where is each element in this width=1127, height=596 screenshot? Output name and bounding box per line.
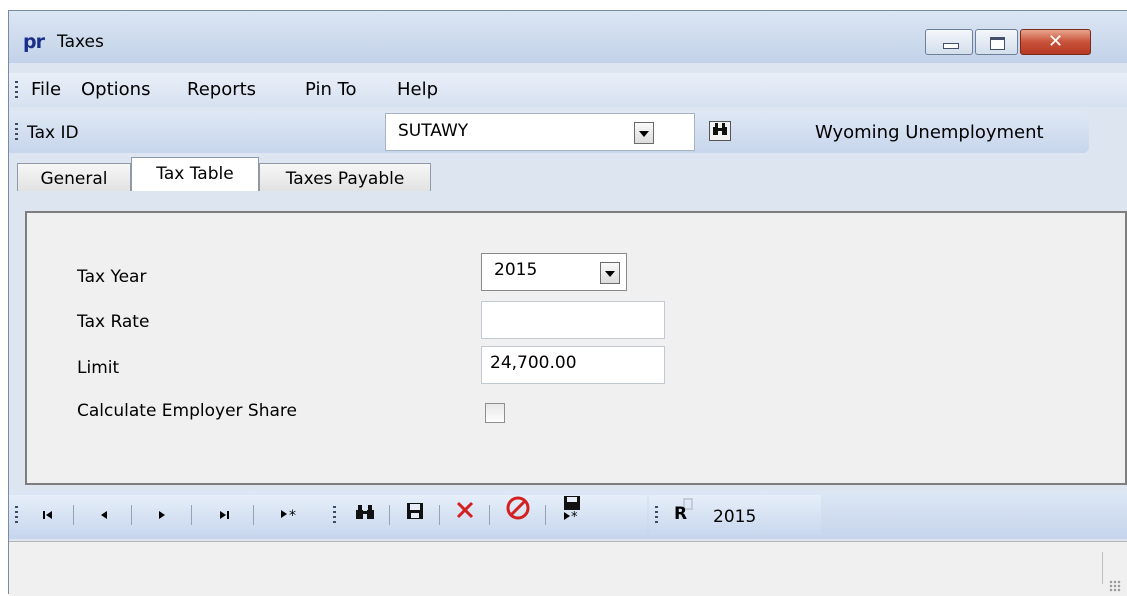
minimize-button[interactable] — [925, 29, 973, 55]
delete-icon — [456, 501, 474, 519]
binoculars-glyph — [713, 123, 727, 135]
tax-rate-label: Tax Rate — [77, 312, 150, 332]
title-bar: pr Taxes ✕ — [9, 11, 1127, 63]
previous-record-icon — [101, 511, 107, 519]
tax-year-label: Tax Year — [77, 267, 147, 287]
chevron-down-icon[interactable] — [600, 262, 620, 284]
status-pane — [17, 552, 1103, 584]
binoculars-icon[interactable] — [709, 121, 731, 141]
report-grip-icon[interactable] — [655, 506, 658, 524]
last-record-button[interactable] — [197, 495, 249, 535]
separator — [131, 505, 132, 525]
navigation-group: * — [9, 495, 347, 535]
tax-description: Wyoming Unemployment — [815, 122, 1044, 143]
menu-grip-icon[interactable] — [15, 81, 18, 99]
menu-bar: File Options Reports Pin To Help — [9, 73, 1127, 107]
tab-general[interactable]: General — [17, 163, 131, 191]
tax-id-value: SUTAWY — [398, 121, 469, 141]
tax-id-label: Tax ID — [27, 123, 79, 143]
limit-value: 24,700.00 — [490, 353, 577, 373]
find-button[interactable] — [345, 495, 385, 535]
tax-year-select[interactable]: 2015 — [481, 253, 627, 291]
maximize-button[interactable] — [975, 29, 1018, 55]
chevron-down-icon[interactable] — [634, 122, 654, 144]
svg-text:*: * — [289, 508, 296, 520]
previous-record-button[interactable] — [79, 495, 129, 535]
close-icon: ✕ — [1047, 31, 1064, 52]
separator — [545, 505, 546, 525]
close-button[interactable]: ✕ — [1020, 29, 1091, 55]
resize-grip-icon[interactable] — [1109, 580, 1121, 592]
menu-options[interactable]: Options — [81, 79, 150, 100]
separator — [489, 505, 490, 525]
tax-table-panel: Tax Year 2015 Tax Rate Limit 24,700.00 C… — [25, 211, 1127, 485]
taxes-window: pr Taxes ✕ File Options Reports Pin To H… — [8, 10, 1127, 596]
limit-label: Limit — [77, 358, 120, 378]
binoculars-icon — [356, 505, 374, 519]
first-record-icon — [43, 511, 52, 519]
delete-button[interactable] — [445, 495, 485, 535]
separator — [389, 505, 390, 525]
employer-share-checkbox[interactable] — [485, 403, 505, 423]
report-button[interactable]: R — [665, 495, 705, 535]
next-record-icon — [159, 511, 165, 519]
tax-id-toolbar: Tax ID SUTAWY Wyoming Unemployment — [9, 111, 1089, 153]
menu-help[interactable]: Help — [397, 79, 438, 100]
save-icon — [407, 503, 423, 519]
limit-field[interactable]: 24,700.00 — [481, 346, 665, 384]
separator — [73, 505, 74, 525]
app-logo-icon: pr — [23, 31, 45, 53]
nav-grip-icon[interactable] — [15, 506, 18, 524]
action-group: * — [327, 495, 647, 535]
next-record-button[interactable] — [137, 495, 187, 535]
window-title: Taxes — [57, 32, 104, 52]
menu-pin-to[interactable]: Pin To — [305, 79, 357, 100]
separator — [253, 505, 254, 525]
tab-taxes-payable[interactable]: Taxes Payable — [259, 163, 431, 191]
report-year: 2015 — [713, 507, 757, 527]
save-button[interactable] — [395, 495, 435, 535]
tax-rate-field[interactable] — [481, 301, 665, 339]
cancel-button[interactable] — [495, 495, 541, 535]
save-new-icon: * — [564, 496, 580, 525]
tab-tax-table[interactable]: Tax Table — [131, 157, 259, 191]
separator — [439, 505, 440, 525]
action-grip-icon[interactable] — [333, 506, 336, 524]
report-group: R 2015 — [649, 495, 821, 535]
tax-id-combo[interactable]: SUTAWY — [385, 113, 695, 151]
svg-text:*: * — [571, 510, 578, 521]
new-record-button[interactable]: * — [261, 495, 321, 535]
separator — [191, 505, 192, 525]
last-record-icon — [220, 511, 229, 519]
tab-strip: General Tax Table Taxes Payable — [9, 157, 1127, 191]
menu-file[interactable]: File — [31, 79, 61, 100]
menu-reports[interactable]: Reports — [187, 79, 256, 100]
employer-share-label: Calculate Employer Share — [77, 401, 297, 421]
status-bar — [9, 541, 1127, 596]
svg-text:R: R — [674, 504, 687, 520]
first-record-button[interactable] — [29, 495, 69, 535]
toolbar-grip-icon[interactable] — [15, 123, 18, 141]
report-icon: R — [674, 498, 693, 524]
record-toolbar: * * R 2015 — [9, 491, 1127, 539]
cancel-icon — [506, 496, 530, 520]
new-record-icon: * — [281, 508, 296, 524]
tax-year-value: 2015 — [494, 260, 538, 280]
save-new-button[interactable]: * — [549, 495, 595, 535]
